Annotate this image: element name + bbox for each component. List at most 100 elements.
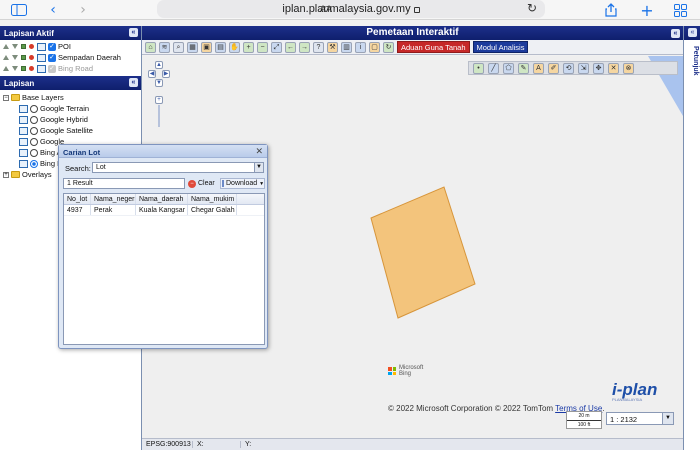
refresh-icon[interactable]: ↻ [383,41,394,53]
tree-base-layers[interactable]: − Base Layers [3,92,141,103]
map-icon[interactable]: ▣ [201,41,212,53]
move-down-icon[interactable] [12,55,18,60]
collapse-tree-icon[interactable]: − [3,94,9,101]
remove-layer-icon[interactable] [29,66,34,71]
expand-right-icon[interactable]: « [688,28,697,37]
result-count: 1 Result [63,178,185,189]
lot-polygon[interactable] [370,186,476,319]
base-layer-radio[interactable] [30,126,38,135]
layer-checkbox-poi[interactable]: ✓ [48,42,56,51]
layer-info-icon[interactable] [21,66,26,71]
move-down-icon[interactable] [12,44,18,49]
info-icon[interactable]: i [355,41,366,53]
base-layer-google-satellite[interactable]: Google Satellite [3,125,141,136]
collapse-layers-icon[interactable]: « [129,78,138,87]
map-toolbar: ⌂ ≋ ⌕ ▦ ▣ ▤ ✋ + − ⤢ ← → ? ⚒ ▥ i ▢ ↻ Adua… [142,40,683,55]
x-coordinate: X: [192,441,240,448]
cell-empty [237,205,264,215]
move-down-icon[interactable] [12,66,18,71]
layer-checkbox-bing-road[interactable]: ✓ [48,64,56,73]
column-header[interactable]: Nama_mukim [188,194,237,204]
reload-icon[interactable]: ↻ [527,1,537,15]
move-up-icon[interactable] [3,55,9,60]
column-header[interactable]: No_lot [64,194,91,204]
layer-info-icon[interactable] [21,44,26,49]
select-icon[interactable]: ▢ [369,41,380,53]
new-tab-icon[interactable]: + [640,1,654,20]
status-bar: EPSG:900913 X: Y: [142,438,683,450]
legend-icon [19,126,28,135]
full-extent-icon[interactable]: ⤢ [271,41,282,53]
home-icon[interactable]: ⌂ [145,41,156,53]
active-layer-sempadan[interactable]: ✓ Sempadan Daerah [0,52,141,63]
bing-logo: Microsoft Bing [388,365,423,377]
cell-nama-mukim: Chegar Galah [188,205,237,215]
base-layer-radio[interactable] [30,137,38,146]
petunjuk-tab[interactable]: Petunjuk [685,46,699,106]
base-layer-radio-selected[interactable] [30,159,38,168]
folder-icon [11,171,20,178]
move-up-icon[interactable] [3,44,9,49]
tools-icon[interactable]: ⚒ [327,41,338,53]
pan-icon[interactable]: ✋ [229,41,240,53]
clear-button[interactable]: − Clear [188,178,218,189]
table-row[interactable]: 4937 Perak Kuala Kangsar Chegar Galah [64,205,264,216]
layers-icon[interactable]: ≋ [159,41,170,53]
layer-info-icon[interactable] [21,55,26,60]
collapse-top-icon[interactable]: « [671,29,680,38]
chevron-down-icon[interactable]: ▼ [254,163,263,172]
back-icon[interactable]: ‹ [46,2,60,18]
close-icon[interactable]: ✕ [255,146,263,157]
dialog-title: Carian Lot [63,148,101,157]
dialog-header[interactable]: Carian Lot ✕ [59,145,267,158]
zoom-icon[interactable]: ⌕ [173,41,184,53]
legend-icon [37,42,46,51]
base-layer-radio[interactable] [30,115,38,124]
forward-icon[interactable]: › [76,2,90,18]
remove-layer-icon[interactable] [29,44,34,49]
print-icon[interactable]: ▥ [341,41,352,53]
sidebar-icon[interactable] [8,2,30,18]
iplan-logo: i-plan PLANMALAYSIA [612,380,658,402]
layer-checkbox-sempadan[interactable]: ✓ [48,53,56,62]
share-icon[interactable] [604,2,618,18]
zoom-out-icon[interactable]: − [257,41,268,53]
scale-value: 1 : 2132 [610,415,638,424]
remove-layer-icon[interactable] [29,55,34,60]
browser-toolbar: ‹ › AA iplan.planmalaysia.gov.my ↻ + [0,0,700,20]
base-layer-radio[interactable] [30,104,38,113]
expand-tree-icon[interactable]: + [3,171,9,178]
previous-extent-icon[interactable]: ← [285,41,296,53]
base-layer-google-hybrid[interactable]: Google Hybrid [3,114,141,125]
epsg-code: EPSG:900913 [146,441,191,448]
measure-icon[interactable]: ? [313,41,324,53]
column-header[interactable]: Nama_negeri [91,194,136,204]
chevron-down-icon[interactable]: ▼ [662,413,673,424]
active-layer-poi[interactable]: ✓ POI [0,41,141,52]
tree-label: Google Hybrid [40,115,88,124]
base-layer-radio[interactable] [30,148,38,157]
active-layer-bing-road[interactable]: ✓ Bing Road [0,63,141,74]
tree-label: Overlays [22,170,52,179]
download-button[interactable]: Download ▼ [220,178,265,189]
app-title-bar: Pemetaan Interaktif « [142,26,683,40]
legend-icon [37,64,46,73]
grid-icon[interactable]: ▦ [187,41,198,53]
collapse-left-icon[interactable]: « [129,28,138,37]
scale-select[interactable]: 1 : 2132 ▼ [606,412,674,425]
modul-analisis-button[interactable]: Modul Analisis [472,41,529,53]
save-icon[interactable]: ▤ [215,41,226,53]
tabs-icon[interactable] [672,2,688,18]
move-up-icon[interactable] [3,66,9,71]
aduan-guna-tanah-button[interactable]: Aduan Guna Tanah [397,41,470,53]
folder-icon [11,94,20,101]
column-header[interactable]: Nama_daerah [136,194,188,204]
base-layer-google-terrain[interactable]: Google Terrain [3,103,141,114]
chevron-down-icon: ▼ [259,180,265,187]
zoom-in-icon[interactable]: + [243,41,254,53]
address-bar[interactable]: AA iplan.planmalaysia.gov.my ↻ [157,0,545,18]
search-type-select[interactable]: Lot ▼ [92,162,264,173]
legend-icon [19,104,28,113]
next-extent-icon[interactable]: → [299,41,310,53]
clear-icon: − [188,179,196,188]
